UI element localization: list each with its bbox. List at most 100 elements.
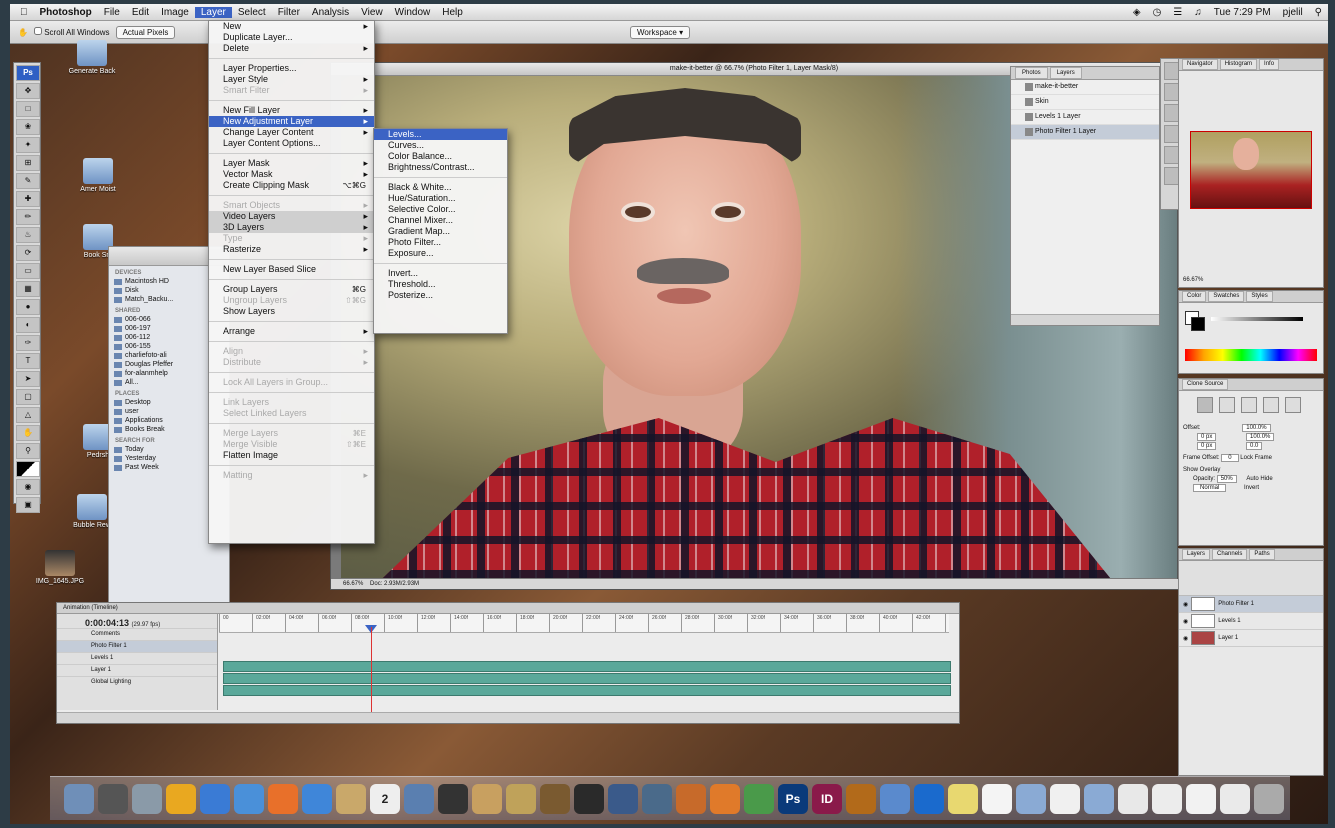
guitar-icon[interactable] — [540, 783, 570, 814]
menu-item-rasterize[interactable]: Rasterize ▸ — [209, 244, 374, 255]
submenu-item-threshold[interactable]: Threshold... — [374, 279, 507, 290]
color-spectrum[interactable] — [1185, 349, 1317, 361]
volume-icon[interactable]: ♫ — [1188, 7, 1208, 18]
folder2-icon[interactable] — [1084, 783, 1114, 814]
opacity-field[interactable]: 50% — [1216, 475, 1237, 483]
color-slider[interactable] — [1211, 317, 1303, 321]
layer-row[interactable]: ◉ Levels 1 — [1179, 613, 1323, 630]
ie-icon[interactable] — [914, 783, 944, 814]
menu-item-flatten-image[interactable]: Flatten Image — [209, 450, 374, 461]
submenu-item-gradient-map[interactable]: Gradient Map... — [374, 226, 507, 237]
menu-select[interactable]: Select — [232, 7, 272, 18]
menu-item-duplicate-layer[interactable]: Duplicate Layer... — [209, 32, 374, 43]
3d-tool-icon[interactable]: △ — [16, 407, 40, 423]
menu-image[interactable]: Image — [155, 7, 195, 18]
magic-wand-tool-icon[interactable]: ✦ — [16, 137, 40, 153]
imovie-icon[interactable] — [438, 783, 468, 814]
marquee-tool-icon[interactable]: □ — [16, 101, 40, 117]
dashboard-icon[interactable] — [200, 783, 230, 814]
submenu-item-hue-saturation[interactable]: Hue/Saturation... — [374, 193, 507, 204]
desktop-icon[interactable]: Amer Moist — [68, 158, 128, 193]
frame-offset-field[interactable]: 0 — [1221, 454, 1239, 462]
ichat-icon[interactable] — [302, 783, 332, 814]
blend-mode-select[interactable]: Normal — [1193, 484, 1227, 492]
clone-source-3-icon[interactable] — [1241, 397, 1257, 413]
menu-window[interactable]: Window — [389, 7, 437, 18]
actual-pixels-button[interactable]: Actual Pixels — [115, 25, 176, 39]
layer-row[interactable]: ◉ Layer 1 — [1179, 630, 1323, 647]
menu-item-3d-layers[interactable]: 3D Layers ▸ — [209, 222, 374, 233]
menu-view[interactable]: View — [355, 7, 389, 18]
firefox-icon[interactable] — [268, 783, 298, 814]
layer-row[interactable]: ◉ Photo Filter 1 — [1179, 596, 1323, 613]
menu-item-new[interactable]: New ▸ — [209, 21, 374, 32]
menu-clock[interactable]: Tue 7:29 PM — [1208, 7, 1277, 18]
brush-tool-icon[interactable]: ✏ — [16, 209, 40, 225]
timeline-row[interactable]: Levels 1 — [57, 652, 217, 664]
timeline-row[interactable]: Global Lighting — [57, 676, 217, 688]
submenu-item-exposure[interactable]: Exposure... — [374, 248, 507, 259]
submenu-item-photo-filter[interactable]: Photo Filter... — [374, 237, 507, 248]
pages-icon[interactable] — [710, 783, 740, 814]
layer-row[interactable]: make-it-better — [1011, 80, 1159, 95]
timeline-row[interactable]: Photo Filter 1 — [57, 640, 217, 652]
spotlight-icon[interactable]: ⚲ — [1309, 7, 1328, 18]
doc5-icon[interactable] — [1220, 783, 1250, 814]
clone-source-2-icon[interactable] — [1219, 397, 1235, 413]
move-tool-icon[interactable]: ✥ — [16, 83, 40, 99]
tab-color[interactable]: Color — [1182, 291, 1207, 302]
bluetooth-icon[interactable]: ◈ — [1127, 7, 1147, 18]
hand-tool-panel-icon[interactable]: ✋ — [16, 425, 40, 441]
show-overlay-checkbox[interactable]: Show Overlay — [1179, 461, 1323, 473]
tab-histogram[interactable]: Histogram — [1219, 59, 1258, 70]
background-color-swatch[interactable] — [1191, 317, 1205, 331]
eye-icon[interactable]: ◉ — [1183, 618, 1188, 625]
garageband-icon[interactable] — [472, 783, 502, 814]
doc3-icon[interactable] — [1152, 783, 1182, 814]
menu-help[interactable]: Help — [436, 7, 469, 18]
doc4-icon[interactable] — [1186, 783, 1216, 814]
menu-analysis[interactable]: Analysis — [306, 7, 355, 18]
finder-icon[interactable] — [64, 783, 94, 814]
layer-row[interactable]: Skin — [1011, 95, 1159, 110]
tab-layers[interactable]: Layers — [1182, 549, 1211, 560]
timeline-track[interactable] — [223, 673, 951, 684]
textedit-icon[interactable] — [982, 783, 1012, 814]
spaces-icon[interactable] — [608, 783, 638, 814]
navigator-thumbnail[interactable] — [1190, 131, 1312, 209]
menu-item-group-layers[interactable]: Group Layers ⌘G — [209, 284, 374, 295]
photoshop-icon[interactable]: Ps — [778, 783, 808, 814]
height-scale-field[interactable]: 100.0% — [1246, 433, 1275, 441]
path-selection-tool-icon[interactable]: ➤ — [16, 371, 40, 387]
crop-tool-icon[interactable]: ⊞ — [16, 155, 40, 171]
timeline-ruler[interactable]: 00 02:00f 04:00f 06:00f 08:00f 10:00f 12:00f 14… — [219, 614, 949, 633]
scroll-all-checkbox[interactable]: Scroll All Windows — [33, 27, 110, 37]
type-tool-icon[interactable]: T — [16, 353, 40, 369]
clone-source-5-icon[interactable] — [1285, 397, 1301, 413]
tab-swatches[interactable]: Swatches — [1208, 291, 1245, 302]
timeline-row[interactable]: Comments — [57, 628, 217, 640]
tab-navigator[interactable]: Navigator — [1182, 59, 1218, 70]
bridge-icon[interactable] — [846, 783, 876, 814]
eye-icon[interactable]: ◉ — [1183, 635, 1188, 642]
timeline-track[interactable] — [223, 661, 951, 672]
color-swatch-icon[interactable] — [16, 461, 40, 477]
clone-source-1-icon[interactable] — [1197, 397, 1213, 413]
quick-mask-icon[interactable]: ◉ — [16, 479, 40, 495]
notes-icon[interactable] — [336, 783, 366, 814]
layer-row[interactable]: Levels 1 Layer — [1011, 110, 1159, 125]
keynote-icon[interactable] — [676, 783, 706, 814]
lasso-tool-icon[interactable]: ❀ — [16, 119, 40, 135]
menu-filter[interactable]: Filter — [272, 7, 306, 18]
width-scale-field[interactable]: 100.0% — [1242, 424, 1271, 432]
timecode[interactable]: 0:00:04:13 (29.97 fps) — [57, 614, 217, 628]
y-offset-field[interactable]: 0 px — [1197, 442, 1217, 450]
submenu-item-curves[interactable]: Curves... — [374, 140, 507, 151]
submenu-item-channel-mixer[interactable]: Channel Mixer... — [374, 215, 507, 226]
submenu-item-posterize[interactable]: Posterize... — [374, 290, 507, 301]
clone-stamp-tool-icon[interactable]: ♨ — [16, 227, 40, 243]
indesign-icon[interactable]: ID — [812, 783, 842, 814]
preview-icon[interactable] — [132, 783, 162, 814]
menu-layer[interactable]: Layer — [194, 6, 232, 18]
menu-item-layer-properties[interactable]: Layer Properties... — [209, 63, 374, 74]
